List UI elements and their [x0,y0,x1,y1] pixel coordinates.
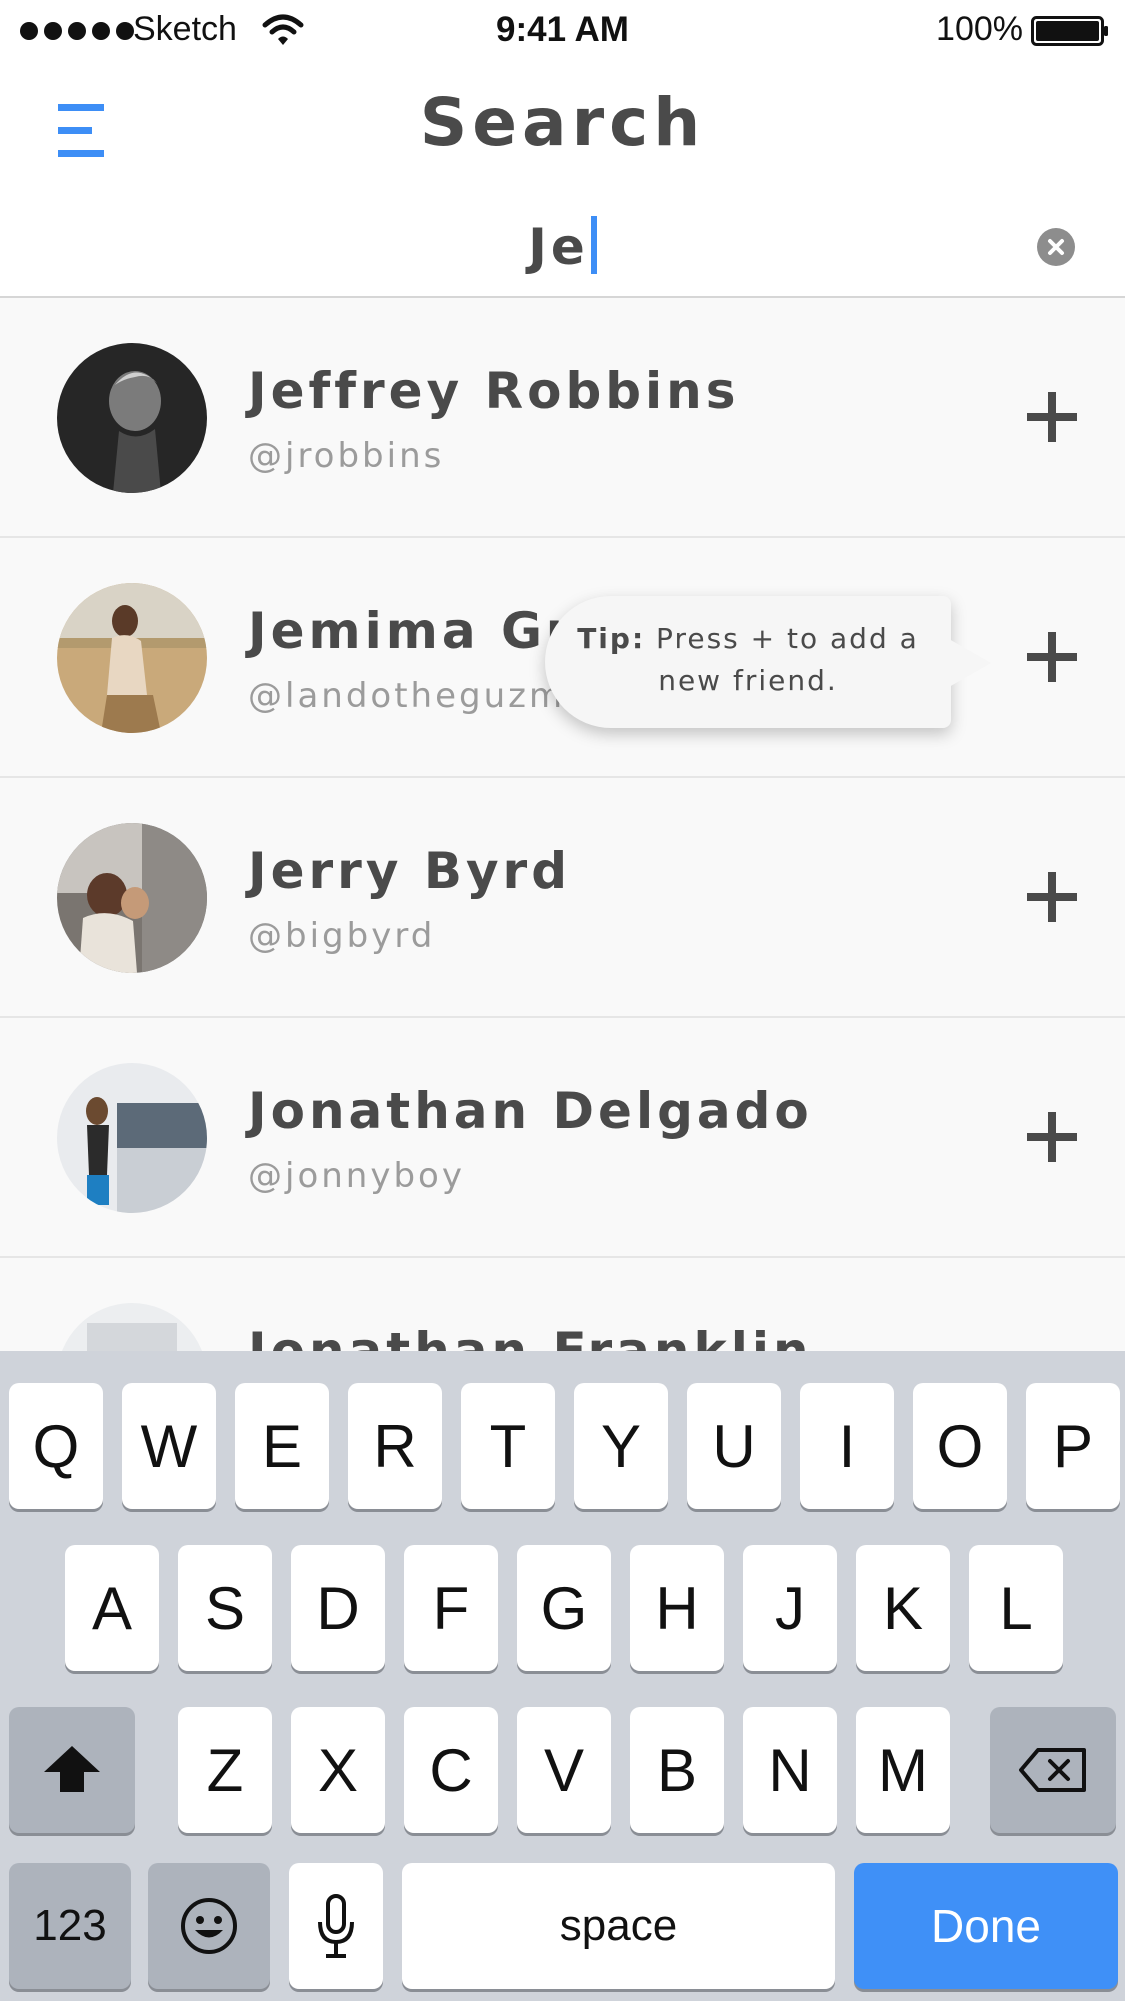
contact-name: Jonathan Franklin [248,1322,813,1351]
key-h[interactable]: H [630,1545,724,1671]
tooltip-arrow [949,639,991,687]
avatar [57,583,207,733]
search-input-value: Je [528,218,589,276]
list-item[interactable]: Jonathan Delgado @jonnyboy [0,1018,1125,1258]
battery-percentage: 100% [936,10,1023,48]
avatar [57,1063,207,1213]
key-c[interactable]: C [404,1707,498,1833]
tooltip-tip-label: Tip: [577,622,646,655]
avatar [57,823,207,973]
dictation-key[interactable] [289,1863,383,1989]
page-title: Search [419,84,706,161]
tooltip-text-line-1: Press + to add a [656,622,919,655]
key-l[interactable]: L [969,1545,1063,1671]
backspace-key[interactable] [990,1707,1116,1833]
search-screen: Sketch 9:41 AM 100% Search Je Jeffrey Ro… [0,0,1125,2001]
key-q[interactable]: Q [9,1383,103,1509]
key-r[interactable]: R [348,1383,442,1509]
key-m[interactable]: M [856,1707,950,1833]
key-f[interactable]: F [404,1545,498,1671]
key-v[interactable]: V [517,1707,611,1833]
key-n[interactable]: N [743,1707,837,1833]
key-i[interactable]: I [800,1383,894,1509]
done-key[interactable]: Done [854,1863,1118,1989]
key-t[interactable]: T [461,1383,555,1509]
emoji-key[interactable] [148,1863,270,1989]
contact-name: Jonathan Delgado [248,1082,813,1140]
avatar [57,343,207,493]
key-x[interactable]: X [291,1707,385,1833]
key-e[interactable]: E [235,1383,329,1509]
tooltip-line-1: Tip: Press + to add a [545,618,951,660]
key-o[interactable]: O [913,1383,1007,1509]
key-b[interactable]: B [630,1707,724,1833]
search-results-list: Jeffrey Robbins @jrobbins Jemima Gu @lan… [0,298,1125,1351]
key-w[interactable]: W [122,1383,216,1509]
tooltip-text-line-2: new friend. [658,664,838,697]
contact-handle: @bigbyrd [248,916,436,956]
text-cursor [590,216,597,274]
key-p[interactable]: P [1026,1383,1120,1509]
contact-handle: @landotheguzma [248,676,589,716]
status-bar: Sketch 9:41 AM 100% [0,0,1125,60]
contact-name: Jerry Byrd [248,842,571,900]
key-y[interactable]: Y [574,1383,668,1509]
key-s[interactable]: S [178,1545,272,1671]
key-j[interactable]: J [743,1545,837,1671]
key-a[interactable]: A [65,1545,159,1671]
key-u[interactable]: U [687,1383,781,1509]
search-bar[interactable]: Je [0,198,1125,298]
backspace-icon [1019,1748,1086,1792]
shift-key[interactable] [9,1707,135,1833]
add-friend-button[interactable] [1027,632,1077,682]
key-k[interactable]: K [856,1545,950,1671]
battery-icon [1031,16,1108,46]
space-key[interactable]: space [402,1863,835,1989]
contact-handle: @jrobbins [248,436,445,476]
contact-name: Jeffrey Robbins [248,362,740,420]
shift-arrow-icon [44,1746,100,1792]
emoji-icon [181,1898,237,1954]
add-friend-tip-tooltip: Tip: Press + to add a new friend. [545,596,991,728]
microphone-icon [318,1894,354,1958]
list-item[interactable]: Jerry Byrd @bigbyrd [0,778,1125,1018]
search-input[interactable]: Je [0,216,1125,276]
add-friend-button[interactable] [1027,1112,1077,1162]
add-friend-button[interactable] [1027,872,1077,922]
on-screen-keyboard: QWERTYUIOP ASDFGHJKL ZXCVBNM 123 space D… [0,1351,1125,2001]
list-item[interactable]: Jonathan Franklin [0,1258,1125,1351]
list-item[interactable]: Jeffrey Robbins @jrobbins [0,298,1125,538]
contact-handle: @jonnyboy [248,1156,465,1196]
key-z[interactable]: Z [178,1707,272,1833]
key-g[interactable]: G [517,1545,611,1671]
add-friend-button[interactable] [1027,392,1077,442]
contact-name: Jemima Gu [248,602,586,660]
numbers-key[interactable]: 123 [9,1863,131,1989]
avatar [57,1303,207,1351]
clear-circle-icon[interactable] [1037,228,1075,266]
key-d[interactable]: D [291,1545,385,1671]
